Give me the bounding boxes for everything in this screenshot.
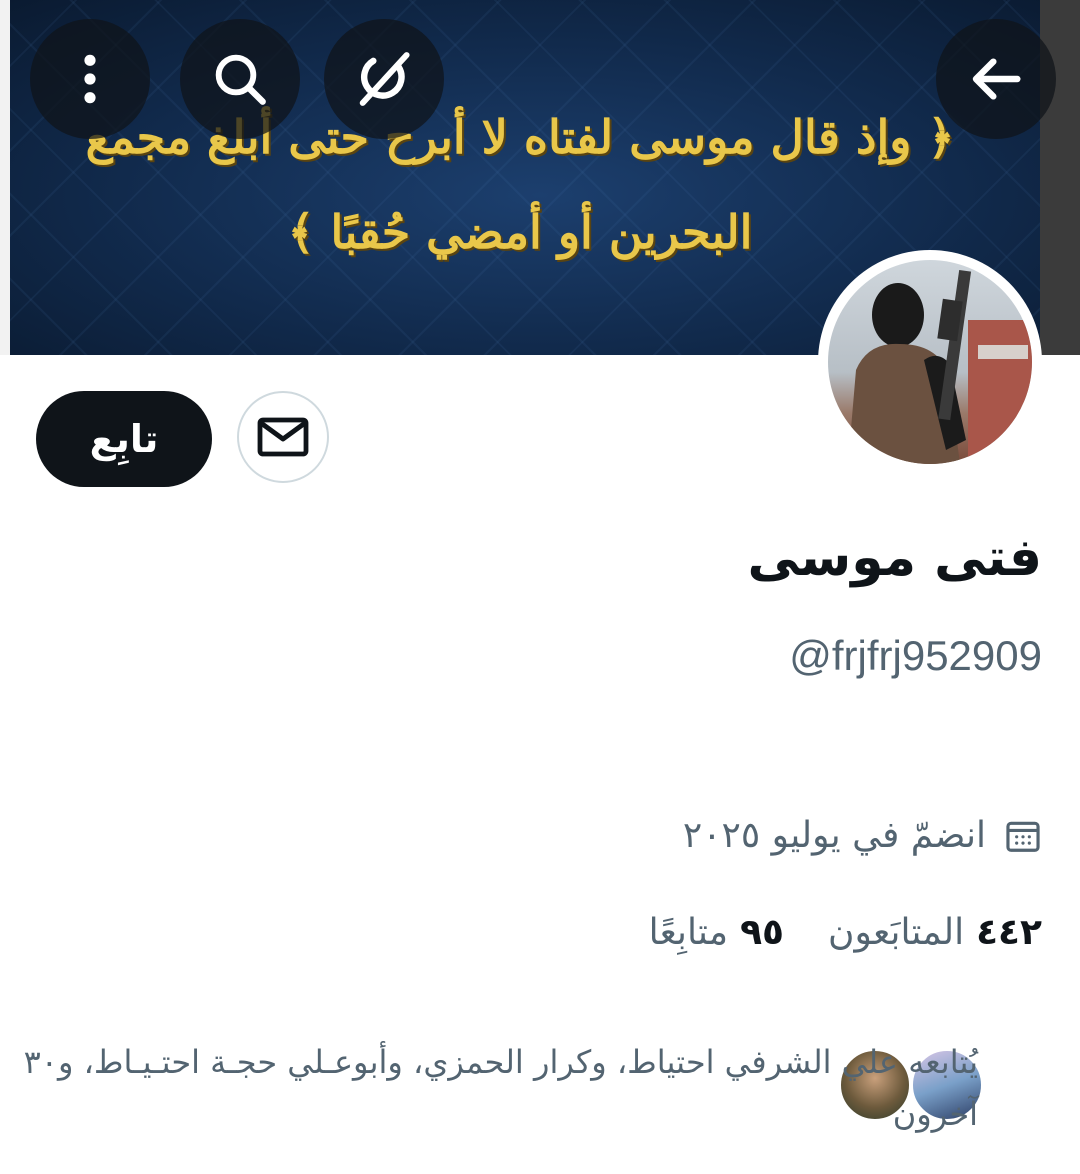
calendar-icon [1006,821,1040,852]
followers-link[interactable]: ٤٤٢ المتابَعون [828,912,1042,953]
joined-date: انضمّ في يوليو ٢٠٢٥ [683,815,1042,856]
followers-label: المتابَعون [828,912,965,953]
more-vertical-icon [84,54,96,104]
followers-count: ٤٤٢ [976,912,1042,953]
joined-text: انضمّ في يوليو ٢٠٢٥ [682,815,986,856]
follow-button[interactable]: تابِع [36,391,212,487]
profile-avatar[interactable] [818,250,1042,474]
avatar-photo [828,260,1032,464]
back-button[interactable] [936,19,1056,139]
banner-edge [0,0,10,355]
envelope-icon [257,417,309,457]
arrow-left-icon [972,58,1021,100]
followed-by-text[interactable]: يُتابعه علي الشرفي احتياط، وكرار الحمزي،… [0,1036,978,1140]
search-icon [215,54,266,105]
display-name: فتى موسى [747,528,1042,588]
username-handle: @frjfrj952909 [789,632,1042,679]
search-button[interactable] [180,19,300,139]
banner-verse-line-2: البحرين أو أمضي حُقبًا ﴾ [287,205,753,259]
grok-button[interactable] [324,19,444,139]
following-label: متابِعًا [648,912,729,953]
more-button[interactable] [30,19,150,139]
message-button[interactable] [237,391,329,483]
follow-stats: ٤٤٢ المتابَعون ٩٥ متابِعًا [649,912,1042,953]
following-count: ٩٥ [740,912,785,953]
grok-icon [359,52,410,106]
following-link[interactable]: ٩٥ متابِعًا [649,912,784,953]
avatar-figure [848,269,1032,464]
